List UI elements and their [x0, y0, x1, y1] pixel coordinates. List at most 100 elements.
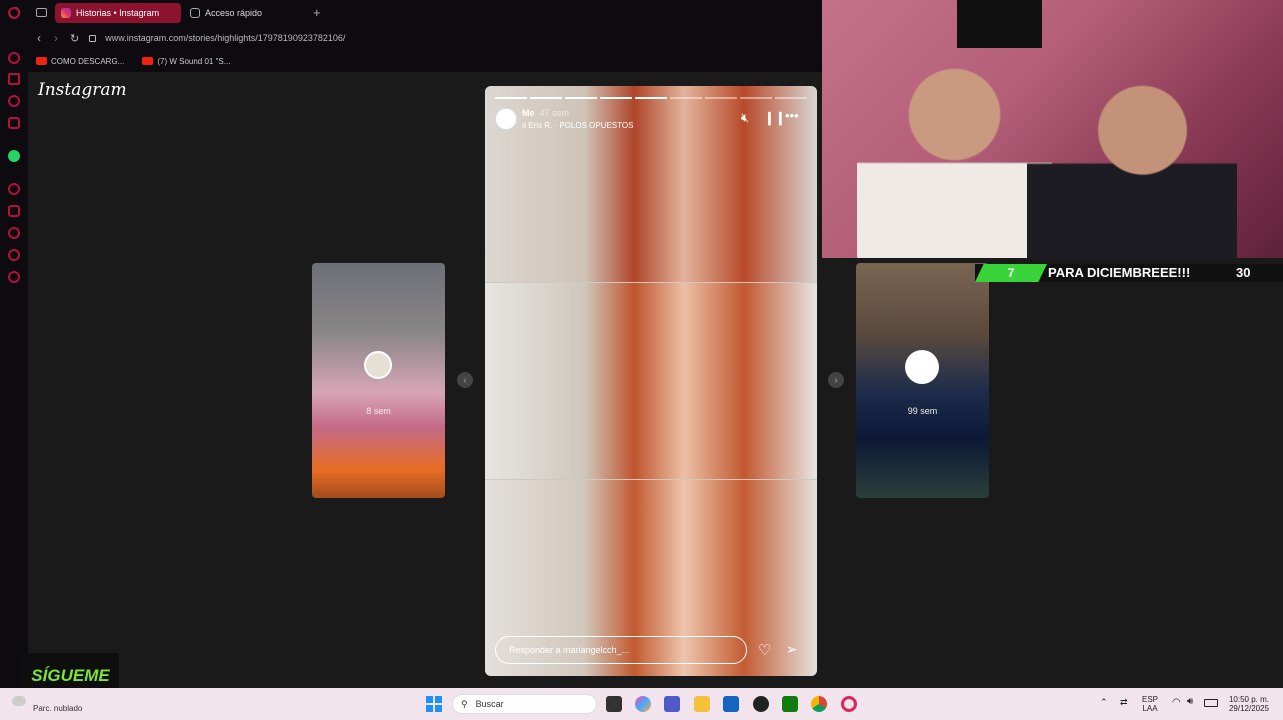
file-explorer-icon[interactable]: [694, 696, 710, 712]
clock-date: 29/12/2025: [1228, 704, 1270, 713]
copilot-icon[interactable]: [635, 696, 651, 712]
player-icon[interactable]: [8, 183, 20, 195]
bag-icon[interactable]: [8, 73, 20, 85]
story-header: Me 47 sem: [522, 108, 569, 118]
story-avatar: [364, 351, 392, 379]
xbox-icon[interactable]: [782, 696, 798, 712]
settings-icon[interactable]: [8, 271, 20, 283]
chrome-icon[interactable]: [811, 696, 827, 712]
pause-icon[interactable]: ❙❙: [764, 110, 786, 126]
heart-icon[interactable]: ♡: [758, 641, 771, 659]
clock[interactable]: 10:50 p. m. 29/12/2025: [1225, 695, 1273, 713]
story-progress-bar: [495, 97, 807, 99]
opera-icon[interactable]: [8, 7, 20, 19]
bookmark-label: COMO DESCARG...: [51, 56, 125, 66]
story-card[interactable]: Me 47 sem ıl Eris R. · POLOS OPUESTOS 🔇︎ …: [485, 86, 817, 676]
story-time: 47 sem: [539, 108, 570, 118]
search-icon: ⚲: [461, 698, 468, 709]
send-icon[interactable]: [8, 249, 20, 261]
story-avatar: [905, 350, 939, 384]
webcam-overlay: [822, 0, 1283, 258]
clock-time: 10:50 p. m.: [1228, 695, 1270, 704]
url-field[interactable]: www.instagram.com/stories/highlights/179…: [105, 33, 345, 43]
monitor: [957, 0, 1042, 48]
search-placeholder: Buscar: [475, 699, 504, 709]
tab-label: Acceso rápido: [205, 8, 263, 18]
instagram-logo[interactable]: Instagram: [38, 80, 127, 100]
workspaces-icon[interactable]: [36, 8, 47, 17]
progress-segment: [495, 97, 527, 99]
windows-start-icon[interactable]: [426, 696, 442, 712]
story-photo-panel: [485, 283, 817, 479]
back-icon[interactable]: ‹: [37, 31, 41, 45]
next-arrow-button[interactable]: ›: [828, 372, 844, 388]
next-story-time: 99 sem: [907, 406, 938, 416]
person-left: [857, 50, 1052, 258]
story-avatar[interactable]: [495, 108, 517, 130]
instagram-icon: [61, 8, 71, 18]
progress-segment: [740, 97, 772, 99]
tv-icon[interactable]: [8, 205, 20, 217]
progress-segment: [775, 97, 807, 99]
progress-segment: [600, 97, 632, 99]
weather-icon[interactable]: [12, 696, 26, 706]
progress-segment: [530, 97, 562, 99]
grid-icon: [190, 8, 200, 18]
banner-text: PARA DICIEMBREEE!!!: [1048, 265, 1191, 280]
reply-input[interactable]: Responder a mariangelcch_...: [495, 636, 747, 664]
language-top: ESP: [1142, 695, 1159, 704]
person-right: [1027, 55, 1237, 258]
reload-icon[interactable]: ↻: [70, 32, 79, 45]
youtube-icon: [142, 57, 154, 65]
store-icon[interactable]: [723, 696, 739, 712]
bookmark-item[interactable]: (7) W Sound 01 "S...: [142, 57, 230, 66]
banner-badge: 7: [975, 264, 1047, 282]
story-song-label: Eris R. · POLOS OPUESTOS: [528, 121, 634, 130]
tab-instagram[interactable]: Historias • Instagram: [55, 3, 181, 23]
progress-segment: [635, 97, 667, 99]
task-view-icon[interactable]: [606, 696, 622, 712]
discord-icon[interactable]: [8, 117, 20, 129]
volume-icon[interactable]: 🔊︎: [1187, 696, 1193, 707]
more-options-icon[interactable]: •••: [785, 108, 799, 123]
lock-icon[interactable]: [89, 34, 97, 42]
progress-segment: [705, 97, 737, 99]
tab-label: Historias • Instagram: [76, 8, 160, 18]
aria-icon[interactable]: [8, 52, 20, 64]
browser-sidebar: [0, 7, 28, 688]
tab-quick-access[interactable]: Acceso rápido: [184, 3, 304, 23]
history-icon[interactable]: [8, 227, 20, 239]
wifi-icon[interactable]: ◠: [1172, 697, 1181, 708]
progress-segment: [670, 97, 702, 99]
banner-count: 30: [1236, 265, 1251, 280]
next-story-thumbnail[interactable]: 99 sem: [856, 263, 989, 498]
opera-gx-icon[interactable]: [841, 696, 857, 712]
prev-arrow-button[interactable]: ‹: [457, 372, 473, 388]
prev-story-thumbnail[interactable]: 8 sem: [312, 263, 445, 498]
prev-story-time: 8 sem: [366, 406, 391, 416]
forward-icon[interactable]: ›: [54, 31, 58, 45]
battery-icon[interactable]: [1204, 699, 1218, 707]
progress-segment: [565, 97, 597, 99]
youtube-icon: [36, 57, 47, 65]
taskbar-search[interactable]: ⚲ Buscar: [452, 694, 597, 714]
mute-icon[interactable]: 🔇︎: [741, 110, 749, 126]
language-indicator[interactable]: ESP LAA: [1142, 695, 1158, 713]
messenger-icon[interactable]: [8, 95, 20, 107]
bookmarks-bar: COMO DESCARG... (7) W Sound 01 "S...: [28, 50, 822, 72]
network-share-icon[interactable]: ⇄: [1120, 697, 1128, 708]
obs-icon[interactable]: [753, 696, 769, 712]
share-icon[interactable]: ➢: [786, 641, 798, 658]
new-tab-button[interactable]: +: [313, 5, 321, 20]
story-song[interactable]: ıl Eris R. · POLOS OPUESTOS: [522, 121, 633, 130]
address-bar: ‹ › ↻ www.instagram.com/stories/highligh…: [28, 26, 822, 50]
story-username[interactable]: Me: [522, 108, 535, 118]
weather-label[interactable]: Parc. nublado: [33, 704, 82, 713]
show-hidden-icons[interactable]: ⌃: [1100, 697, 1108, 708]
language-bottom: LAA: [1142, 704, 1158, 713]
reply-placeholder: Responder a mariangelcch_...: [509, 645, 630, 655]
whatsapp-icon[interactable]: [8, 150, 20, 162]
bookmark-label: (7) W Sound 01 "S...: [157, 56, 231, 66]
bookmark-item[interactable]: COMO DESCARG...: [36, 57, 124, 66]
teams-icon[interactable]: [664, 696, 680, 712]
